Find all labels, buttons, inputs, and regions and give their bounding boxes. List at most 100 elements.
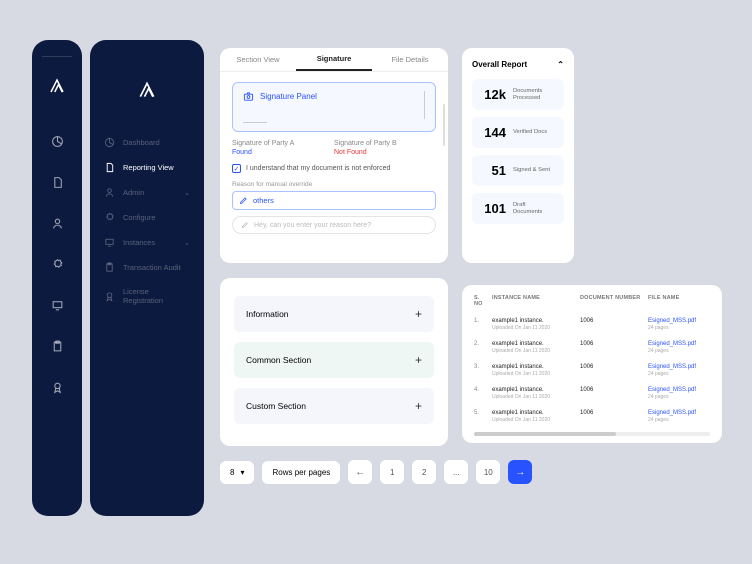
sidebar-item-label: Instances	[123, 238, 155, 247]
accordion-custom[interactable]: Custom Section +	[234, 388, 434, 424]
next-button[interactable]: →	[508, 460, 532, 484]
logo-icon	[48, 77, 66, 95]
signature-card: Section View Signature File Details Sign…	[220, 48, 448, 263]
table-header: S. NO INSTANCE NAME DOCUMENT NUMBER FILE…	[474, 295, 710, 313]
arrow-left-icon: ←	[355, 467, 365, 478]
sidebar-item-license[interactable]: License Registration	[100, 280, 194, 312]
plus-icon: +	[415, 353, 422, 367]
cell-sno: 2.	[474, 341, 492, 347]
header-filename: FILE NAME	[648, 295, 710, 307]
scrollbar[interactable]	[443, 104, 445, 146]
report-card: Overall Report ⌃ 12k Documents Processed…	[462, 48, 574, 263]
cell-sno: 4.	[474, 387, 492, 393]
badge-icon	[104, 291, 116, 302]
sidebar-item-label: Admin	[123, 188, 144, 197]
stat-label: Documents Processed	[513, 88, 556, 102]
table-row[interactable]: 4.example1 instance.Uploaded On Jan 11 2…	[474, 382, 710, 405]
reason-value: others	[253, 196, 274, 205]
sidebar-item-admin[interactable]: Admin ⌄	[100, 180, 194, 205]
gear-icon	[104, 212, 116, 223]
edit-icon	[241, 221, 249, 229]
badge-icon[interactable]	[51, 381, 64, 394]
clipboard-icon[interactable]	[51, 340, 64, 353]
reason-label: Reason for manual override	[232, 181, 436, 188]
sidebar-item-dashboard[interactable]: Dashboard	[100, 130, 194, 155]
cell-instance: example1 instance.Uploaded On Jan 11 202…	[492, 341, 580, 354]
cell-instance: example1 instance.Uploaded On Jan 11 202…	[492, 318, 580, 331]
cell-sno: 5.	[474, 410, 492, 416]
stat-label: Signed & Sent	[513, 167, 550, 174]
cell-filename: Esigned_MSS.pdf24 pages	[648, 410, 710, 423]
tab-signature[interactable]: Signature	[296, 48, 372, 71]
pie-icon	[104, 137, 116, 148]
sidebar-item-instances[interactable]: Instances ⌄	[100, 230, 194, 255]
cell-docnum: 1006	[580, 410, 648, 416]
reason-select[interactable]: others	[232, 191, 436, 210]
sidebar-item-configure[interactable]: Configure	[100, 205, 194, 230]
stat-value: 51	[480, 163, 506, 178]
report-title: Overall Report	[472, 60, 527, 69]
signature-panel[interactable]: Signature Panel	[232, 82, 436, 132]
table-row[interactable]: 1.example1 instance.Uploaded On Jan 11 2…	[474, 313, 710, 336]
cell-instance: example1 instance.Uploaded On Jan 11 202…	[492, 364, 580, 377]
stat-value: 12k	[480, 87, 506, 102]
tab-file-details[interactable]: File Details	[372, 48, 448, 71]
comment-placeholder: Hey, can you enter your reason here?	[254, 222, 371, 229]
stat-value: 101	[480, 201, 506, 216]
stat-processed: 12k Documents Processed	[472, 79, 564, 110]
cell-filename: Esigned_MSS.pdf24 pages	[648, 387, 710, 400]
user-icon[interactable]	[51, 217, 64, 230]
clipboard-icon	[104, 262, 116, 273]
monitor-icon[interactable]	[51, 299, 64, 312]
page-10-button[interactable]: 10	[476, 460, 500, 484]
sidebar-item-label: Dashboard	[123, 138, 160, 147]
stat-draft: 101 Draft Documents	[472, 193, 564, 224]
gear-icon[interactable]	[51, 258, 64, 271]
pager: 8 ▾ Rows per pages ← 1 2 ... 10 →	[220, 460, 532, 484]
monitor-icon	[104, 237, 116, 248]
horizontal-scrollbar[interactable]	[474, 432, 710, 436]
header-instance: INSTANCE NAME	[492, 295, 580, 307]
document-icon	[104, 162, 116, 173]
plus-icon: +	[415, 307, 422, 321]
cell-filename: Esigned_MSS.pdf24 pages	[648, 318, 710, 331]
sidebar-item-label: Reporting View	[123, 163, 174, 172]
sidebar-collapsed	[32, 40, 82, 516]
tab-section-view[interactable]: Section View	[220, 48, 296, 71]
cell-filename: Esigned_MSS.pdf24 pages	[648, 341, 710, 354]
page-2-button[interactable]: 2	[412, 460, 436, 484]
table-row[interactable]: 5.example1 instance.Uploaded On Jan 11 2…	[474, 405, 710, 428]
document-icon[interactable]	[51, 176, 64, 189]
sidebar-expanded: Dashboard Reporting View Admin ⌄ Configu…	[90, 40, 204, 516]
prev-button[interactable]: ←	[348, 460, 372, 484]
cell-sno: 1.	[474, 318, 492, 324]
accordion-common[interactable]: Common Section +	[234, 342, 434, 378]
consent-checkbox[interactable]: ✓	[232, 164, 241, 173]
sidebar-item-label: Transaction Audit	[123, 263, 181, 272]
accordion-information[interactable]: Information +	[234, 296, 434, 332]
table-row[interactable]: 2.example1 instance.Uploaded On Jan 11 2…	[474, 336, 710, 359]
chevron-down-icon: ▾	[240, 468, 244, 477]
cell-docnum: 1006	[580, 387, 648, 393]
chevron-up-icon[interactable]: ⌃	[557, 60, 564, 69]
arrow-right-icon: →	[515, 467, 525, 478]
accordion-label: Information	[246, 309, 289, 319]
page-ellipsis: ...	[444, 460, 468, 484]
page-1-button[interactable]: 1	[380, 460, 404, 484]
divider	[42, 56, 72, 57]
sidebar-item-reporting[interactable]: Reporting View	[100, 155, 194, 180]
party-b-label: Signature of Party B	[334, 140, 436, 147]
stat-label: Draft Documents	[513, 202, 556, 216]
sidebar-item-label: License Registration	[123, 287, 190, 305]
party-a-label: Signature of Party A	[232, 140, 334, 147]
pie-icon[interactable]	[51, 135, 64, 148]
signature-panel-label: Signature Panel	[260, 92, 317, 101]
page-size-select[interactable]: 8 ▾	[220, 461, 254, 484]
cell-instance: example1 instance.Uploaded On Jan 11 202…	[492, 387, 580, 400]
comment-input[interactable]: Hey, can you enter your reason here?	[232, 216, 436, 234]
table-row[interactable]: 3.example1 instance.Uploaded On Jan 11 2…	[474, 359, 710, 382]
page-size-value: 8	[230, 468, 234, 477]
plus-icon: +	[415, 399, 422, 413]
sidebar-item-transaction[interactable]: Transaction Audit	[100, 255, 194, 280]
chevron-down-icon: ⌄	[184, 189, 190, 197]
